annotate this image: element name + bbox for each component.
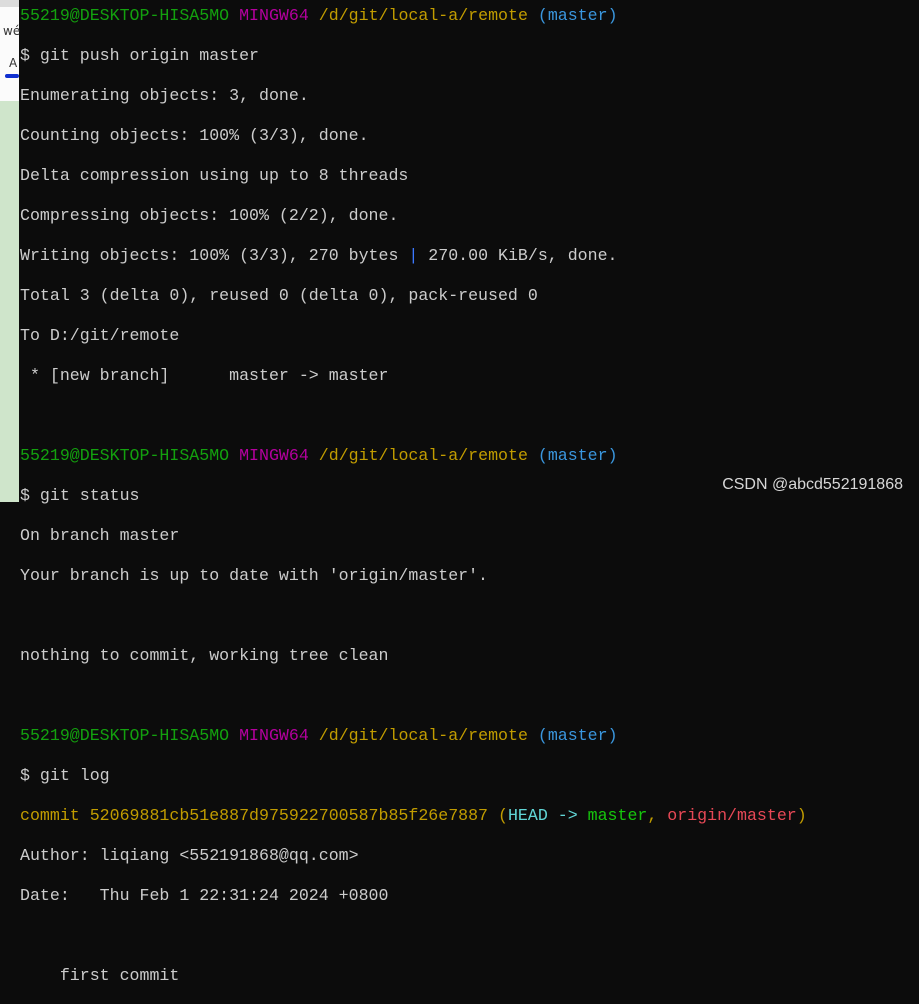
prompt-system: MINGW64 <box>239 446 309 465</box>
output-line: Date: Thu Feb 1 22:31:24 2024 +0800 <box>20 886 389 905</box>
prompt-user: 55219@DESKTOP-HISA5MO <box>20 446 230 465</box>
prompt-line: 55219@DESKTOP-HISA5MO MINGW64 /d/git/loc… <box>20 6 919 26</box>
local-branch-ref: master <box>587 806 648 825</box>
prompt-line: 55219@DESKTOP-HISA5MO MINGW64 /d/git/loc… <box>20 446 919 466</box>
output-line: Delta compression using up to 8 threads <box>20 166 409 185</box>
prompt-system: MINGW64 <box>239 726 309 745</box>
commit-hash: commit 52069881cb51e887d975922700587b85f… <box>20 806 489 825</box>
comma: , <box>647 806 668 825</box>
write-speed: 270.00 KiB/s, done. <box>418 246 618 265</box>
write-text: Writing objects: 100% (3/3), 270 bytes <box>20 246 409 265</box>
output-line: Counting objects: 100% (3/3), done. <box>20 126 369 145</box>
paren: ) <box>796 806 807 825</box>
output-line: Your branch is up to date with 'origin/m… <box>20 566 489 585</box>
prompt-path: /d/git/local-a/remote <box>318 6 528 25</box>
output-line: Author: liqiang <552191868@qq.com> <box>20 846 359 865</box>
prompt-path: /d/git/local-a/remote <box>318 446 528 465</box>
prompt-path: /d/git/local-a/remote <box>318 726 528 745</box>
font-color-glyph[interactable]: A <box>9 56 17 70</box>
paren: ( <box>488 806 508 825</box>
commit-line: commit 52069881cb51e887d975922700587b85f… <box>20 806 919 826</box>
write-separator: | <box>408 246 419 265</box>
panel-header <box>0 0 19 7</box>
side-panel: wé A <box>0 0 21 502</box>
prompt-branch: (master) <box>537 6 618 25</box>
output-line: Compressing objects: 100% (2/2), done. <box>20 206 399 225</box>
panel-toolbar <box>0 7 19 101</box>
terminal-output[interactable]: 55219@DESKTOP-HISA5MO MINGW64 /d/git/loc… <box>20 0 919 985</box>
command-line: $ git push origin master <box>20 46 259 65</box>
commit-message: first commit <box>20 966 180 985</box>
prompt-user: 55219@DESKTOP-HISA5MO <box>20 726 230 745</box>
remote-branch-ref: origin/master <box>667 806 797 825</box>
prompt-line: 55219@DESKTOP-HISA5MO MINGW64 /d/git/loc… <box>20 726 919 746</box>
prompt-system: MINGW64 <box>239 6 309 25</box>
head-ref: HEAD -> <box>507 806 588 825</box>
prompt-branch: (master) <box>537 446 618 465</box>
output-line: To D:/git/remote <box>20 326 180 345</box>
watermark: CSDN @abcd552191868 <box>722 476 903 493</box>
prompt-user: 55219@DESKTOP-HISA5MO <box>20 6 230 25</box>
output-line: Enumerating objects: 3, done. <box>20 86 309 105</box>
font-color-bar <box>5 74 19 78</box>
output-line: Writing objects: 100% (3/3), 270 bytes |… <box>20 246 919 266</box>
output-line: * [new branch] master -> master <box>20 366 389 385</box>
prompt-branch: (master) <box>537 726 618 745</box>
ime-glyph: wé <box>3 24 21 38</box>
output-line: Total 3 (delta 0), reused 0 (delta 0), p… <box>20 286 538 305</box>
output-line: nothing to commit, working tree clean <box>20 646 389 665</box>
command-line: $ git log <box>20 766 110 785</box>
output-line: On branch master <box>20 526 180 545</box>
